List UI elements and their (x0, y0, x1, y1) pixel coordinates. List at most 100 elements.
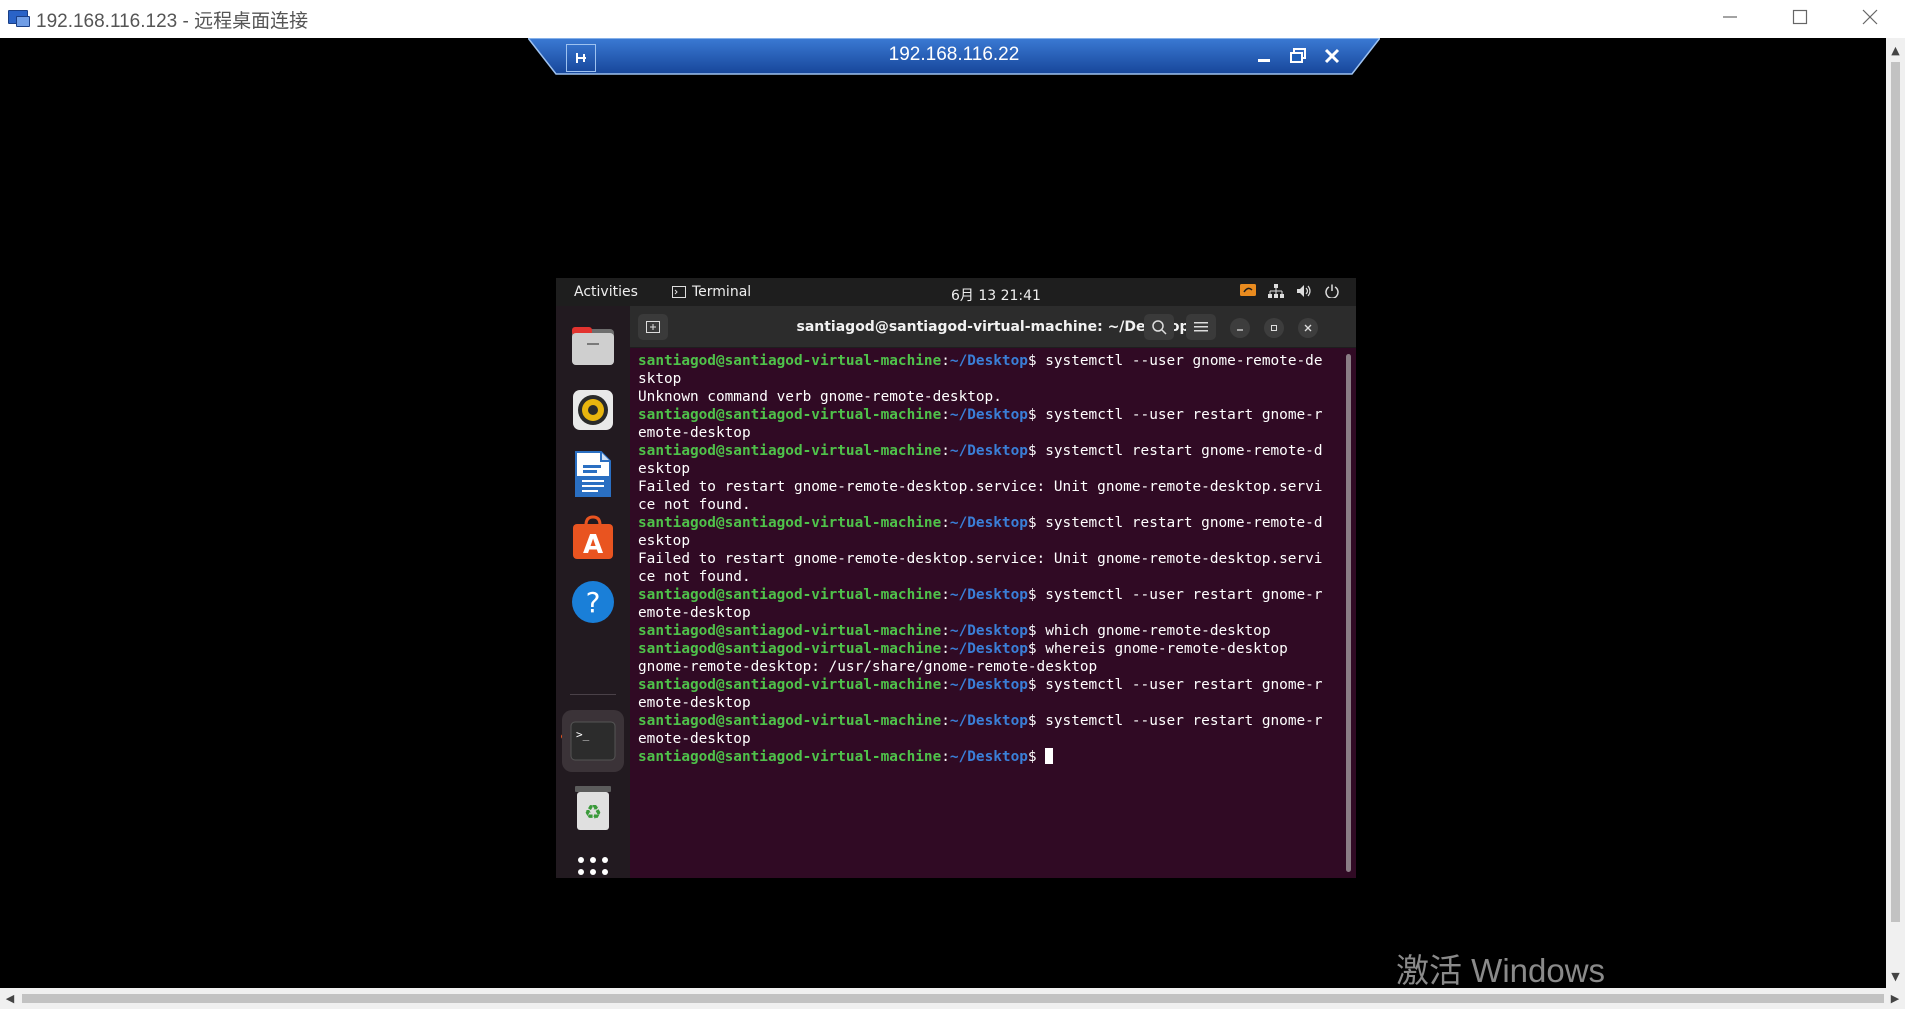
gnome-top-bar: Activities Terminal 6月 13 21:41 (556, 278, 1356, 306)
activities-button[interactable]: Activities (574, 284, 638, 300)
volume-icon[interactable] (1296, 283, 1312, 299)
terminal-line: Failed to restart gnome-remote-desktop.s… (638, 550, 1338, 568)
terminal-line: santiagod@santiagod-virtual-machine:~/De… (638, 514, 1338, 532)
terminal-output[interactable]: santiagod@santiagod-virtual-machine:~/De… (638, 352, 1338, 766)
terminal-line: Failed to restart gnome-remote-desktop.s… (638, 478, 1338, 496)
terminal-line: emote-desktop (638, 694, 1338, 712)
terminal-search-button[interactable] (1144, 314, 1174, 340)
terminal-small-icon (672, 286, 686, 298)
prompt-dollar: $ (1027, 713, 1046, 729)
dock-separator (570, 694, 616, 695)
prompt-separator: : (941, 443, 950, 459)
prompt-user: santiagod@santiagod-virtual-machine (638, 641, 942, 657)
rdp-window-titlebar[interactable]: 192.168.116.123 - 远程桌面连接 (0, 0, 1905, 38)
close-icon (1304, 324, 1312, 332)
libreoffice-writer-icon[interactable] (565, 446, 621, 502)
remote-desktop-icon (8, 8, 30, 30)
clock[interactable]: 6月 13 21:41 (951, 285, 1041, 305)
vertical-scroll-thumb[interactable] (1891, 62, 1900, 922)
terminal-line: ce not found. (638, 496, 1338, 514)
terminal-icon[interactable]: >_ (562, 710, 624, 772)
svg-text:?: ? (586, 586, 601, 619)
scroll-left-arrow-icon[interactable]: ◀ (0, 988, 20, 1009)
output-text: ce not found. (638, 497, 751, 513)
scroll-right-arrow-icon[interactable]: ▶ (1885, 988, 1905, 1009)
close-button[interactable] (1835, 0, 1905, 34)
network-icon[interactable] (1268, 283, 1284, 299)
prompt-separator: : (941, 353, 950, 369)
trash-icon[interactable]: ♻ (565, 780, 621, 836)
prompt-separator: : (941, 587, 950, 603)
output-text: emote-desktop (638, 731, 751, 747)
terminal-line: esktop (638, 532, 1338, 550)
terminal-line: santiagod@santiagod-virtual-machine:~/De… (638, 712, 1338, 730)
ubuntu-software-icon[interactable]: A (565, 510, 621, 566)
files-icon[interactable] (565, 318, 621, 374)
output-text: sktop (638, 371, 682, 387)
restore-icon (1271, 325, 1277, 331)
prompt-user: santiagod@santiagod-virtual-machine (638, 587, 942, 603)
prompt-path: ~/Desktop (949, 749, 1028, 765)
horizontal-scrollbar[interactable]: ◀ ▶ (0, 988, 1905, 1009)
terminal-line: esktop (638, 460, 1338, 478)
command-text: systemctl restart gnome-remote-d (1045, 515, 1323, 531)
vertical-scrollbar[interactable]: ▲ ▼ (1886, 38, 1905, 988)
prompt-separator: : (941, 407, 950, 423)
terminal-line: santiagod@santiagod-virtual-machine:~/De… (638, 622, 1338, 640)
prompt-path: ~/Desktop (949, 515, 1028, 531)
hamburger-icon (1194, 322, 1208, 332)
help-icon[interactable]: ? (565, 574, 621, 630)
power-icon[interactable] (1324, 283, 1340, 299)
app-menu[interactable]: Terminal (672, 284, 751, 300)
terminal-line: santiagod@santiagod-virtual-machine:~/De… (638, 748, 1338, 766)
prompt-dollar: $ (1027, 443, 1046, 459)
scroll-down-arrow-icon[interactable]: ▼ (1886, 966, 1905, 986)
terminal-line: santiagod@santiagod-virtual-machine:~/De… (638, 406, 1338, 424)
svg-text:>_: >_ (576, 728, 590, 741)
scroll-up-arrow-icon[interactable]: ▲ (1886, 40, 1905, 60)
prompt-path: ~/Desktop (949, 641, 1028, 657)
terminal-line: santiagod@santiagod-virtual-machine:~/De… (638, 352, 1338, 370)
prompt-path: ~/Desktop (949, 677, 1028, 693)
rdp-minimize-button[interactable] (1252, 44, 1276, 68)
terminal-scrollbar[interactable] (1346, 354, 1351, 872)
terminal-line: santiagod@santiagod-virtual-machine:~/De… (638, 442, 1338, 460)
terminal-line: Unknown command verb gnome-remote-deskto… (638, 388, 1338, 406)
screen-sharing-icon[interactable] (1240, 283, 1256, 299)
command-text: systemctl --user gnome-remote-de (1045, 353, 1323, 369)
show-apps-icon[interactable] (565, 844, 621, 878)
prompt-dollar: $ (1027, 641, 1046, 657)
prompt-user: santiagod@santiagod-virtual-machine (638, 713, 942, 729)
svg-text:♻: ♻ (584, 800, 602, 824)
terminal-window[interactable]: santiagod@santiagod-virtual-machine: ~/D… (630, 306, 1356, 878)
minimize-icon (1258, 59, 1270, 62)
prompt-dollar: $ (1027, 407, 1046, 423)
maximize-button[interactable] (1765, 0, 1835, 34)
remote-desktop-screen[interactable]: Activities Terminal 6月 13 21:41 A ? >_ ♻… (556, 278, 1356, 878)
terminal-line: emote-desktop (638, 604, 1338, 622)
terminal-line: gnome-remote-desktop: /usr/share/gnome-r… (638, 658, 1338, 676)
terminal-line: emote-desktop (638, 424, 1338, 442)
system-tray[interactable] (1240, 283, 1340, 299)
terminal-line: santiagod@santiagod-virtual-machine:~/De… (638, 676, 1338, 694)
prompt-user: santiagod@santiagod-virtual-machine (638, 677, 942, 693)
terminal-maximize-button[interactable] (1264, 318, 1284, 338)
terminal-line: santiagod@santiagod-virtual-machine:~/De… (638, 586, 1338, 604)
minimize-button[interactable] (1695, 0, 1765, 34)
rdp-restore-button[interactable] (1286, 44, 1310, 68)
terminal-menu-button[interactable] (1186, 314, 1216, 340)
output-text: emote-desktop (638, 695, 751, 711)
terminal-minimize-button[interactable] (1230, 318, 1250, 338)
terminal-headerbar[interactable]: santiagod@santiagod-virtual-machine: ~/D… (630, 306, 1356, 348)
horizontal-scroll-thumb[interactable] (22, 994, 1884, 1003)
prompt-dollar: $ (1027, 623, 1046, 639)
rdp-connection-bar[interactable]: 192.168.116.22 (528, 38, 1380, 76)
rhythmbox-icon[interactable] (565, 382, 621, 438)
prompt-user: santiagod@santiagod-virtual-machine (638, 353, 942, 369)
terminal-line: sktop (638, 370, 1338, 388)
prompt-separator: : (941, 749, 950, 765)
rdp-close-button[interactable] (1320, 44, 1344, 68)
terminal-close-button[interactable] (1298, 318, 1318, 338)
prompt-user: santiagod@santiagod-virtual-machine (638, 749, 942, 765)
activate-windows-watermark: 激活 Windows (1396, 952, 1606, 989)
